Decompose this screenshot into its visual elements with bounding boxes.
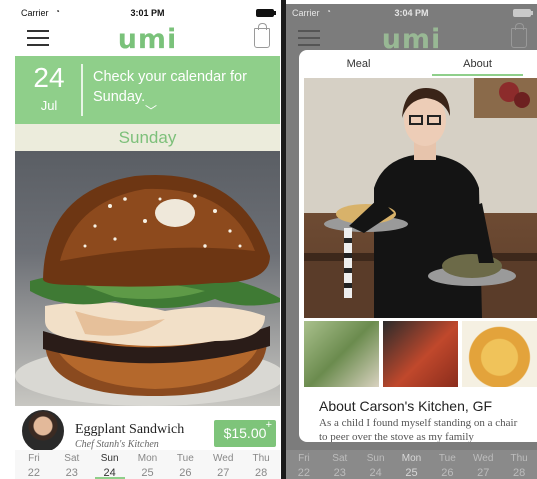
day-name: Tue xyxy=(176,453,194,464)
day-wed[interactable]: Wed 27 xyxy=(465,450,501,479)
day-wed[interactable]: Wed 27 xyxy=(204,450,242,479)
day-name: Sun xyxy=(100,453,119,464)
about-screen: Carrier ◔ 3:04 PM umi Meal About About C… xyxy=(286,4,537,479)
week-strip: Fri 22 Sat 23 Sun 24 Mon 25 Tue 26 Wed 27 Thu 2… xyxy=(286,450,537,479)
chef-portrait xyxy=(304,78,537,318)
thumbnail-3[interactable] xyxy=(462,321,537,387)
day-number: 27 xyxy=(217,467,230,479)
app-logo: umi xyxy=(117,24,178,55)
day-number: 26 xyxy=(441,467,454,479)
meal-screen: Carrier ◔ 3:01 PM umi 24 Jul Check your … xyxy=(15,4,280,479)
day-sat[interactable]: Sat 23 xyxy=(322,450,358,479)
about-text: As a child I found myself standing on a … xyxy=(319,417,518,442)
day-name: Wed xyxy=(473,453,494,464)
week-strip: Fri 22 Sat 23 Sun 24 Mon 25 Tue 26 Wed 27 Thu 2… xyxy=(15,450,280,479)
meal-photo[interactable] xyxy=(15,151,280,406)
status-bar: Carrier ◔ 3:01 PM xyxy=(15,4,280,22)
day-name: Mon xyxy=(401,453,422,464)
day-number: 23 xyxy=(65,467,78,479)
day-name: Sat xyxy=(64,453,80,464)
photo-thumbnails xyxy=(304,321,537,387)
meal-name: Eggplant Sandwich xyxy=(75,422,185,437)
battery-icon xyxy=(256,9,276,17)
nav-bar: umi xyxy=(15,22,280,55)
day-number: 28 xyxy=(512,467,526,479)
day-thu[interactable]: Thu 28 xyxy=(501,450,537,479)
date-divider xyxy=(81,64,83,116)
thumbnail-1[interactable] xyxy=(304,321,379,387)
day-name: Sat xyxy=(332,453,348,464)
thumbnail-2[interactable] xyxy=(383,321,458,387)
tab-about[interactable]: About xyxy=(418,50,537,78)
day-name: Sun xyxy=(366,453,385,464)
day-number: 27 xyxy=(477,467,490,479)
day-name: Fri xyxy=(28,453,40,464)
chef-avatar[interactable] xyxy=(20,408,66,454)
day-sat[interactable]: Sat 23 xyxy=(53,450,91,479)
day-number: 23 xyxy=(333,467,346,479)
clock: 3:04 PM xyxy=(394,8,429,18)
sandwich-image xyxy=(15,175,280,406)
chef-photo xyxy=(304,78,537,318)
date-day: 24 xyxy=(33,62,65,93)
day-tue[interactable]: Tue 26 xyxy=(166,450,204,479)
shopping-bag-icon[interactable] xyxy=(511,23,527,48)
day-number: 24 xyxy=(103,467,116,479)
meal-item[interactable]: Eggplant Sandwich Chef Stanh's Kitchen $… xyxy=(15,406,280,454)
day-name: Wed xyxy=(213,453,234,464)
day-name: Thu xyxy=(510,453,528,464)
day-name: Mon xyxy=(137,453,158,464)
day-name: Tue xyxy=(438,453,456,464)
tab-meal[interactable]: Meal xyxy=(299,50,418,78)
day-mon[interactable]: Mon 25 xyxy=(394,450,430,479)
day-label: Sunday xyxy=(15,124,280,151)
day-fri[interactable]: Fri 22 xyxy=(286,450,322,479)
day-number: 22 xyxy=(297,467,311,479)
day-thu[interactable]: Thu 28 xyxy=(242,450,280,479)
day-name: Fri xyxy=(298,453,310,464)
chef-about-card: Meal About About Carson's Kitchen, GF As… xyxy=(299,50,537,442)
day-tue[interactable]: Tue 26 xyxy=(429,450,465,479)
clock: 3:01 PM xyxy=(130,8,165,18)
day-number: 28 xyxy=(254,467,268,479)
plus-icon: + xyxy=(265,419,272,431)
day-mon[interactable]: Mon 25 xyxy=(129,450,167,479)
day-number: 25 xyxy=(141,467,154,479)
status-bar: Carrier ◔ 3:04 PM xyxy=(286,4,537,22)
date-header[interactable]: 24 Jul Check your calendar for Sunday. ﹀ xyxy=(15,56,280,124)
chevron-down-icon[interactable]: ﹀ xyxy=(145,102,157,119)
day-name: Thu xyxy=(252,453,270,464)
date-month: Jul xyxy=(40,98,58,113)
day-number: 26 xyxy=(179,467,192,479)
about-heading: About Carson's Kitchen, GF xyxy=(319,398,493,414)
day-sun[interactable]: Sun 24 xyxy=(91,450,129,479)
tab-bar: Meal About xyxy=(299,50,537,78)
day-sun[interactable]: Sun 24 xyxy=(358,450,394,479)
battery-icon xyxy=(513,9,533,17)
calendar-message: Check your calendar for Sunday. xyxy=(93,69,247,105)
day-number: 24 xyxy=(369,467,382,479)
day-number: 22 xyxy=(27,467,41,479)
day-number: 25 xyxy=(405,467,418,479)
shopping-bag-icon[interactable] xyxy=(254,23,270,48)
day-fri[interactable]: Fri 22 xyxy=(15,450,53,479)
chef-name: Chef Stanh's Kitchen xyxy=(75,439,159,450)
